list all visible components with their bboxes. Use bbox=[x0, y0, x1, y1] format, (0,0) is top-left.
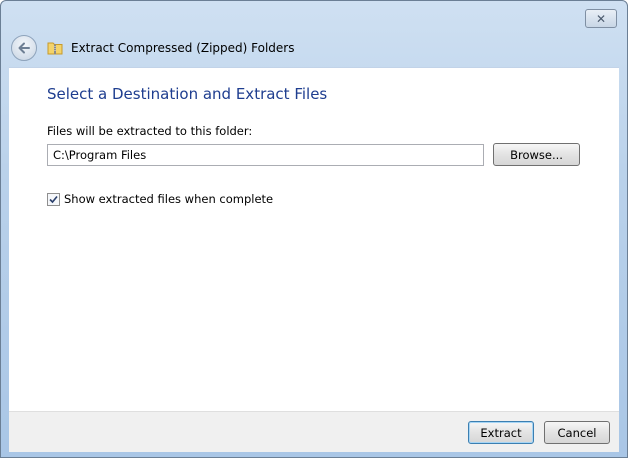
show-files-checkbox[interactable] bbox=[47, 192, 60, 206]
extract-button[interactable]: Extract bbox=[468, 421, 534, 444]
dialog-window: ✕ Extract Compressed (Zipped) Folders Se… bbox=[0, 0, 628, 458]
page-title: Select a Destination and Extract Files bbox=[47, 85, 328, 103]
content-panel: Select a Destination and Extract Files F… bbox=[9, 67, 619, 411]
destination-label: Files will be extracted to this folder: bbox=[47, 124, 253, 138]
cancel-button[interactable]: Cancel bbox=[544, 421, 610, 444]
back-arrow-icon bbox=[18, 42, 30, 54]
zip-folder-icon bbox=[47, 40, 63, 56]
browse-button[interactable]: Browse... bbox=[493, 143, 580, 166]
button-bar: Extract Cancel bbox=[9, 411, 619, 452]
close-button[interactable]: ✕ bbox=[585, 9, 617, 28]
back-button[interactable] bbox=[11, 35, 37, 61]
checkmark-icon bbox=[49, 195, 58, 203]
close-icon: ✕ bbox=[595, 11, 607, 26]
show-files-label: Show extracted files when complete bbox=[64, 192, 274, 206]
destination-path-input[interactable] bbox=[47, 144, 484, 166]
wizard-header: Extract Compressed (Zipped) Folders bbox=[1, 29, 627, 67]
window-title: Extract Compressed (Zipped) Folders bbox=[71, 41, 295, 55]
show-files-option[interactable]: Show extracted files when complete bbox=[47, 192, 273, 206]
